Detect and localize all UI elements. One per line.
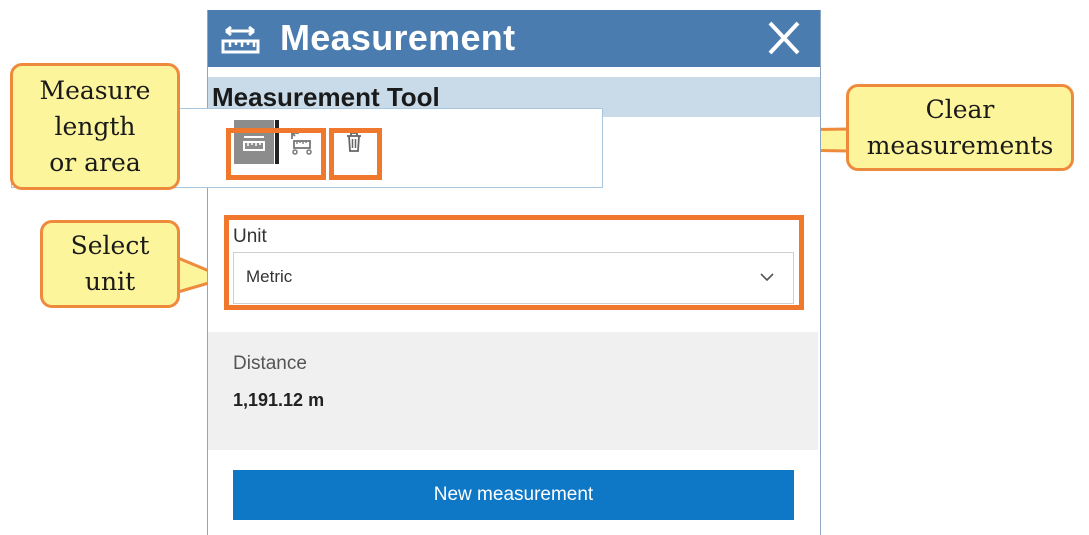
clear-callout-line-2: measurements — [866, 130, 1054, 160]
widget-title: Measurement — [280, 17, 516, 58]
clear-tool-highlight — [329, 128, 382, 180]
distance-label: Distance — [233, 353, 307, 374]
unit-highlight — [224, 215, 804, 310]
clear-callout: Clear measurements — [846, 84, 1074, 171]
tool-header-label: Measurement Tool — [212, 82, 440, 112]
unit-callout: Select unit — [40, 220, 180, 308]
widget-titlebar: Measurement — [208, 10, 820, 67]
new-measurement-button[interactable]: New measurement — [233, 470, 794, 520]
measure-callout: Measure length or area — [10, 63, 180, 190]
distance-value: 1,191.12 m — [233, 390, 325, 410]
measurement-ruler-icon — [221, 25, 260, 54]
measure-callout-line-2: length — [54, 111, 136, 141]
measure-tools-highlight — [226, 128, 326, 180]
close-icon[interactable] — [766, 19, 802, 57]
measure-callout-line-1: Measure — [39, 75, 151, 105]
clear-callout-line-1: Clear — [925, 94, 995, 124]
measure-callout-line-3: or area — [49, 147, 141, 177]
unit-callout-line-1: Select — [70, 231, 150, 260]
unit-callout-line-2: unit — [84, 267, 136, 296]
